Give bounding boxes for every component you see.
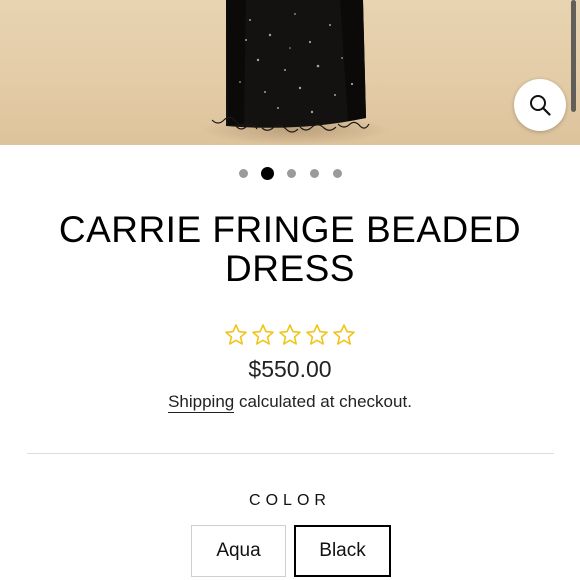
divider <box>27 453 554 454</box>
gallery-dot-1[interactable] <box>238 168 248 178</box>
star-outline-icon <box>333 324 355 345</box>
star-outline-icon <box>225 324 247 345</box>
page-scrollbar[interactable] <box>571 0 576 112</box>
star-outline-icon <box>279 324 301 345</box>
color-option-black[interactable]: Black <box>294 525 391 577</box>
gallery-dot-2[interactable] <box>260 166 274 180</box>
product-image[interactable] <box>0 0 580 145</box>
gallery-dot-3[interactable] <box>286 168 296 178</box>
search-icon <box>530 95 551 116</box>
color-option-aqua[interactable]: Aqua <box>191 525 286 577</box>
gallery-dot-5[interactable] <box>332 168 342 178</box>
product-title-line-1: CARRIE FRINGE BEADED <box>58 209 522 250</box>
rating-stars[interactable] <box>0 323 580 347</box>
star-outline-icon <box>306 324 328 345</box>
product-price: $550.00 <box>248 356 332 382</box>
color-option-label: COLOR <box>249 492 331 509</box>
product-title-line-2: DRESS <box>225 248 355 289</box>
gallery-dot-4[interactable] <box>309 168 319 178</box>
shipping-text: calculated at checkout. <box>234 392 412 411</box>
gallery-pagination <box>0 165 580 181</box>
zoom-button[interactable] <box>514 79 566 131</box>
shipping-note: Shipping calculated at checkout. <box>0 392 580 413</box>
dress-image <box>211 0 370 133</box>
star-outline-icon <box>252 324 274 345</box>
shipping-link[interactable]: Shipping <box>168 392 235 413</box>
product-title: CARRIE FRINGE BEADED DRESS <box>20 210 560 288</box>
